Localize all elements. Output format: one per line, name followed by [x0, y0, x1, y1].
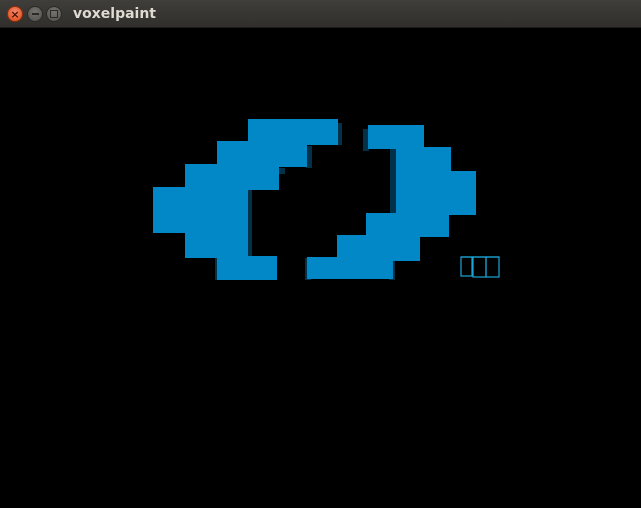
- maximize-button[interactable]: [46, 6, 62, 22]
- close-button[interactable]: ×: [7, 6, 23, 22]
- voxel: [217, 141, 307, 167]
- voxel-scene: [153, 119, 500, 280]
- minimize-icon: [31, 13, 39, 15]
- voxel: [217, 256, 277, 280]
- close-icon: ×: [10, 7, 20, 21]
- brush-cursor: [460, 256, 500, 278]
- window-title: voxelpaint: [73, 6, 156, 22]
- voxel: [368, 125, 424, 149]
- voxel: [185, 164, 279, 190]
- voxel: [153, 187, 248, 233]
- voxel: [185, 228, 248, 258]
- maximize-icon: [50, 10, 58, 18]
- voxel: [396, 171, 476, 215]
- voxel-faces: [153, 119, 476, 280]
- minimize-button[interactable]: [27, 6, 43, 22]
- app-window: × voxelpaint: [0, 0, 641, 508]
- title-bar[interactable]: × voxelpaint: [0, 0, 641, 28]
- voxel: [396, 147, 451, 173]
- voxel: [366, 213, 449, 237]
- voxel-canvas[interactable]: [0, 28, 641, 508]
- voxel: [307, 257, 393, 279]
